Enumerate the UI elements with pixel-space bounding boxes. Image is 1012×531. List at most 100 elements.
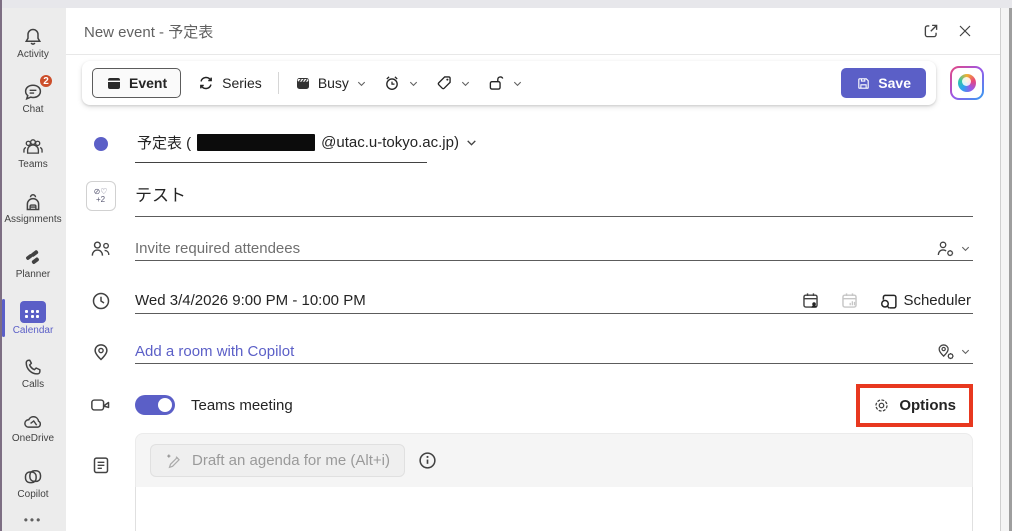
calendar-name-suffix: @utac.u-tokyo.ac.jp): [321, 134, 459, 151]
description-editor[interactable]: Draft an agenda for me (Alt+i): [135, 433, 973, 531]
teams-meeting-toggle[interactable]: [135, 395, 175, 415]
chevron-down-icon: [356, 78, 367, 89]
calendar-person-icon: [801, 291, 820, 310]
title-row: ⊘♡ +2: [66, 169, 1000, 223]
window-left-edge: [0, 0, 2, 531]
notes-document-icon: [91, 455, 111, 475]
busy-status-icon: [295, 75, 311, 91]
description-text-area[interactable]: [135, 487, 973, 531]
calendar-availability-button[interactable]: [799, 289, 822, 312]
agenda-row: Draft an agenda for me (Alt+i): [66, 433, 1000, 531]
datetime-row: Wed 3/4/2026 9:00 PM - 10:00 PM: [66, 275, 1000, 327]
tag-icon: [435, 74, 453, 92]
sidebar-item-label: Calls: [22, 379, 44, 390]
calendar-icon: [20, 301, 46, 323]
sidebar-overflow-dots[interactable]: •••: [24, 513, 43, 527]
event-icon: [106, 75, 122, 91]
repeat-icon: [197, 74, 215, 92]
category-tag-dropdown[interactable]: [435, 74, 471, 92]
sidebar-item-calls[interactable]: Calls: [0, 346, 66, 401]
sidebar-item-label: Assignments: [4, 214, 61, 225]
draft-agenda-label: Draft an agenda for me (Alt+i): [192, 452, 390, 469]
calendar-select-row: 予定表 ( @utac.u-tokyo.ac.jp): [66, 119, 1000, 169]
info-icon[interactable]: [418, 451, 437, 470]
sidebar-item-teams[interactable]: Teams: [0, 126, 66, 181]
dialog-title: New event - 予定表: [84, 21, 213, 42]
toolbar-separator: [278, 72, 279, 94]
sidebar-item-label: Calendar: [13, 325, 54, 336]
chevron-down-icon: [408, 78, 419, 89]
sidebar-item-label: Chat: [22, 104, 43, 115]
chevron-down-icon: [960, 243, 971, 254]
bell-icon: [23, 27, 43, 47]
sidebar-item-copilot[interactable]: Copilot: [0, 456, 66, 511]
calendar-select-field[interactable]: 予定表 ( @utac.u-tokyo.ac.jp): [135, 126, 427, 163]
event-tab-label: Event: [129, 75, 167, 91]
new-event-dialog: New event - 予定表 Event: [66, 8, 1000, 531]
options-label: Options: [899, 397, 956, 414]
location-pin-icon: [91, 342, 111, 362]
app-layout: Activity 2 Chat Teams Assignments: [0, 8, 1012, 531]
sidebar-item-planner[interactable]: Planner: [0, 236, 66, 291]
chevron-down-icon: [960, 346, 971, 357]
toggle-knob: [158, 398, 172, 412]
scheduler-label: Scheduler: [903, 292, 971, 309]
sidebar-item-label: Copilot: [17, 489, 48, 500]
attendees-input[interactable]: [135, 240, 924, 257]
editor-toolbar: Draft an agenda for me (Alt+i): [135, 433, 973, 487]
event-title-input[interactable]: [135, 176, 973, 216]
busy-label: Busy: [318, 75, 349, 91]
alarm-icon: [383, 74, 401, 92]
attendees-row: [66, 223, 1000, 275]
toolbar-card: Event Series Busy: [82, 61, 936, 105]
sidebar-item-calendar[interactable]: Calendar: [0, 291, 66, 346]
save-label: Save: [878, 75, 911, 91]
open-in-new-window-button[interactable]: [914, 14, 948, 48]
reminder-dropdown[interactable]: [383, 74, 419, 92]
backpack-icon: [23, 192, 43, 212]
redaction-box: [197, 134, 315, 151]
attendee-options-dropdown[interactable]: [934, 238, 973, 260]
event-tab-button[interactable]: Event: [92, 68, 181, 98]
dialog-header: New event - 予定表: [66, 8, 1000, 55]
close-dialog-button[interactable]: [948, 14, 982, 48]
add-emoji-sticker-button[interactable]: ⊘♡ +2: [86, 181, 116, 211]
copilot-button[interactable]: [950, 66, 984, 100]
cloud-icon: [22, 413, 44, 431]
calendar-chart-button-disabled: [838, 289, 861, 312]
sidebar-item-label: Teams: [18, 159, 47, 170]
event-form: 予定表 ( @utac.u-tokyo.ac.jp) ⊘♡ +2: [66, 109, 1000, 531]
room-row: Add a room with Copilot: [66, 327, 1000, 377]
teams-meeting-label: Teams meeting: [191, 397, 293, 414]
add-room-copilot-link[interactable]: Add a room with Copilot: [135, 343, 294, 360]
sidebar-item-onedrive[interactable]: OneDrive: [0, 401, 66, 456]
clock-icon: [91, 291, 111, 311]
calendar-color-dot: [94, 137, 108, 151]
window-top-strip: [0, 0, 1012, 8]
sidebar-item-label: OneDrive: [12, 433, 54, 444]
event-toolbar: Event Series Busy: [66, 55, 1000, 109]
person-gear-icon: [936, 240, 956, 258]
options-highlight-box[interactable]: Options: [856, 384, 973, 427]
right-scrollbar-gutter[interactable]: [1000, 8, 1012, 531]
video-camera-icon: [90, 396, 111, 414]
draft-agenda-button[interactable]: Draft an agenda for me (Alt+i): [150, 444, 405, 477]
sparkle-pencil-icon: [165, 453, 183, 469]
save-button[interactable]: Save: [841, 68, 926, 98]
privacy-lock-dropdown[interactable]: [487, 74, 523, 92]
selected-indicator: [2, 299, 5, 337]
sidebar-item-label: Planner: [16, 269, 50, 280]
copilot-icon: [23, 467, 43, 487]
sidebar-item-activity[interactable]: Activity: [0, 16, 66, 71]
sidebar-item-assignments[interactable]: Assignments: [0, 181, 66, 236]
datetime-value[interactable]: Wed 3/4/2026 9:00 PM - 10:00 PM: [135, 292, 366, 309]
chevron-down-icon: [460, 78, 471, 89]
scheduler-button[interactable]: Scheduler: [877, 289, 973, 313]
teams-meeting-row: Teams meeting Options: [66, 377, 1000, 433]
open-lock-icon: [487, 74, 505, 92]
show-as-busy-dropdown[interactable]: Busy: [295, 75, 367, 91]
sidebar-item-chat[interactable]: 2 Chat: [0, 71, 66, 126]
series-tab-button[interactable]: Series: [197, 74, 262, 92]
chevron-down-icon: [465, 136, 478, 149]
location-options-dropdown[interactable]: [934, 341, 973, 363]
